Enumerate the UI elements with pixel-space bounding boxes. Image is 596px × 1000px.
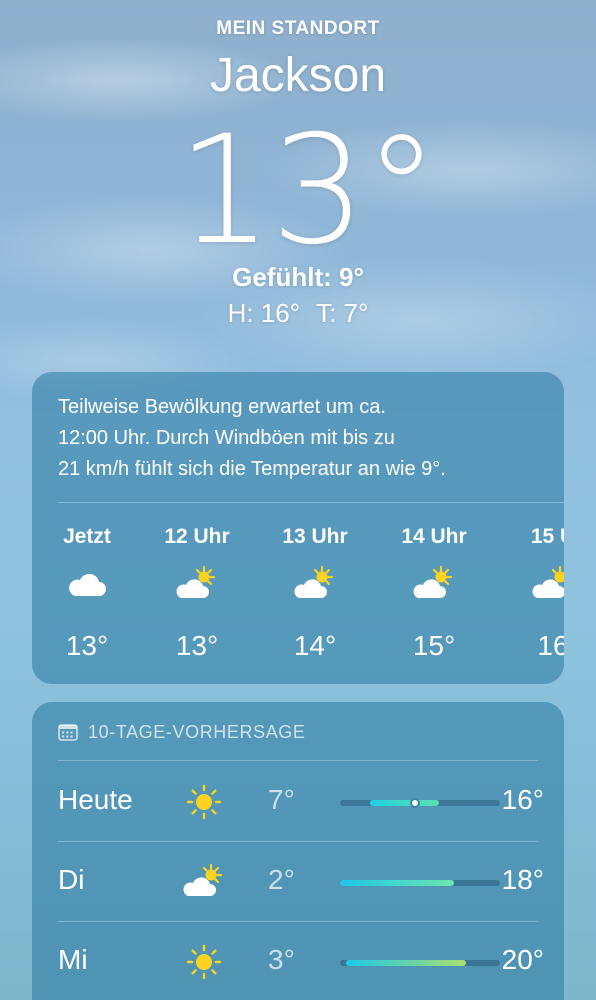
day-low: 2°: [268, 864, 295, 895]
range-fill: [346, 960, 467, 966]
day-high: 20°: [501, 944, 544, 975]
forecast-row-mi[interactable]: Mi 3° 20°: [58, 922, 544, 1000]
hour-temp: 13°: [175, 630, 219, 661]
forecast-row-today[interactable]: Heute 7° 16°: [58, 762, 544, 842]
hour-item: 14 Uhr 15°: [379, 522, 489, 666]
day-name: Mi: [58, 944, 88, 975]
range-fill: [340, 880, 454, 886]
summary-line: 12:00 Uhr. Durch Windböen mit bis zu: [58, 427, 395, 449]
temperature-range-bar: [340, 960, 500, 966]
feels-like: Gefühlt: 9°: [232, 262, 364, 292]
range-fill: [370, 800, 440, 806]
temperature-range-bar: [340, 880, 500, 886]
high-temp: H: 16°: [227, 298, 301, 328]
partly-sunny-icon: [498, 564, 564, 620]
hour-temp: 13°: [65, 630, 109, 661]
hour-item: 12 Uhr 13°: [142, 522, 252, 666]
hour-label: 15 U: [530, 525, 564, 548]
sun-icon: [182, 782, 226, 822]
temperature-range-bar: [340, 798, 500, 808]
cloud-icon: [32, 564, 142, 620]
day-name: Di: [58, 864, 85, 895]
hour-item: Jetzt 13°: [32, 522, 142, 666]
hour-label: 12 Uhr: [164, 525, 230, 548]
location-label: MEIN STANDORT: [216, 18, 380, 39]
day-low: 7°: [268, 784, 295, 815]
summary-line: 21 km/h fühlt sich die Temperatur an wie…: [58, 458, 446, 480]
summary-line: Teilweise Bewölkung erwartet um ca.: [58, 396, 386, 418]
sun-icon: [182, 942, 226, 982]
hour-item: 15 U 16: [498, 522, 564, 666]
calendar-icon: [58, 723, 78, 741]
partly-sunny-icon: [142, 564, 252, 620]
divider: [58, 760, 538, 761]
city-name: Jackson: [209, 49, 387, 102]
weather-summary: Teilweise Bewölkung erwartet um ca. 12:0…: [58, 392, 548, 485]
low-temp: T: 7°: [316, 298, 369, 328]
ten-day-forecast-card[interactable]: 10-TAGE-VORHERSAGE Heute 7° 16° Di 2° 18…: [32, 702, 564, 1000]
current-temperature: 13°: [177, 104, 439, 278]
current-temp-marker: [410, 798, 421, 808]
partly-sunny-icon: [260, 564, 370, 620]
hour-temp: 14°: [293, 630, 337, 661]
partly-sunny-icon: [379, 564, 489, 620]
hour-label: 14 Uhr: [401, 525, 467, 548]
high-low: H: 16° T: 7°: [0, 298, 596, 329]
hour-temp: 15°: [412, 630, 456, 661]
hour-label: Jetzt: [63, 525, 111, 548]
hourly-forecast-card[interactable]: Teilweise Bewölkung erwartet um ca. 12:0…: [32, 372, 564, 684]
day-high: 16°: [501, 784, 544, 815]
partly-sunny-icon: [182, 862, 226, 902]
hourly-scroll[interactable]: Jetzt 13° 12 Uhr 13° 13 Uhr 14° 14 Uhr 1…: [32, 522, 564, 672]
day-low: 3°: [268, 944, 295, 975]
day-name: Heute: [58, 784, 133, 815]
forecast-title: 10-TAGE-VORHERSAGE: [88, 721, 306, 742]
day-high: 18°: [501, 864, 544, 895]
forecast-row-di[interactable]: Di 2° 18°: [58, 842, 544, 922]
hour-label: 13 Uhr: [282, 525, 348, 548]
forecast-header: 10-TAGE-VORHERSAGE: [58, 720, 306, 744]
divider: [58, 502, 564, 503]
hour-temp: 16: [537, 630, 564, 661]
hour-item: 13 Uhr 14°: [260, 522, 370, 666]
